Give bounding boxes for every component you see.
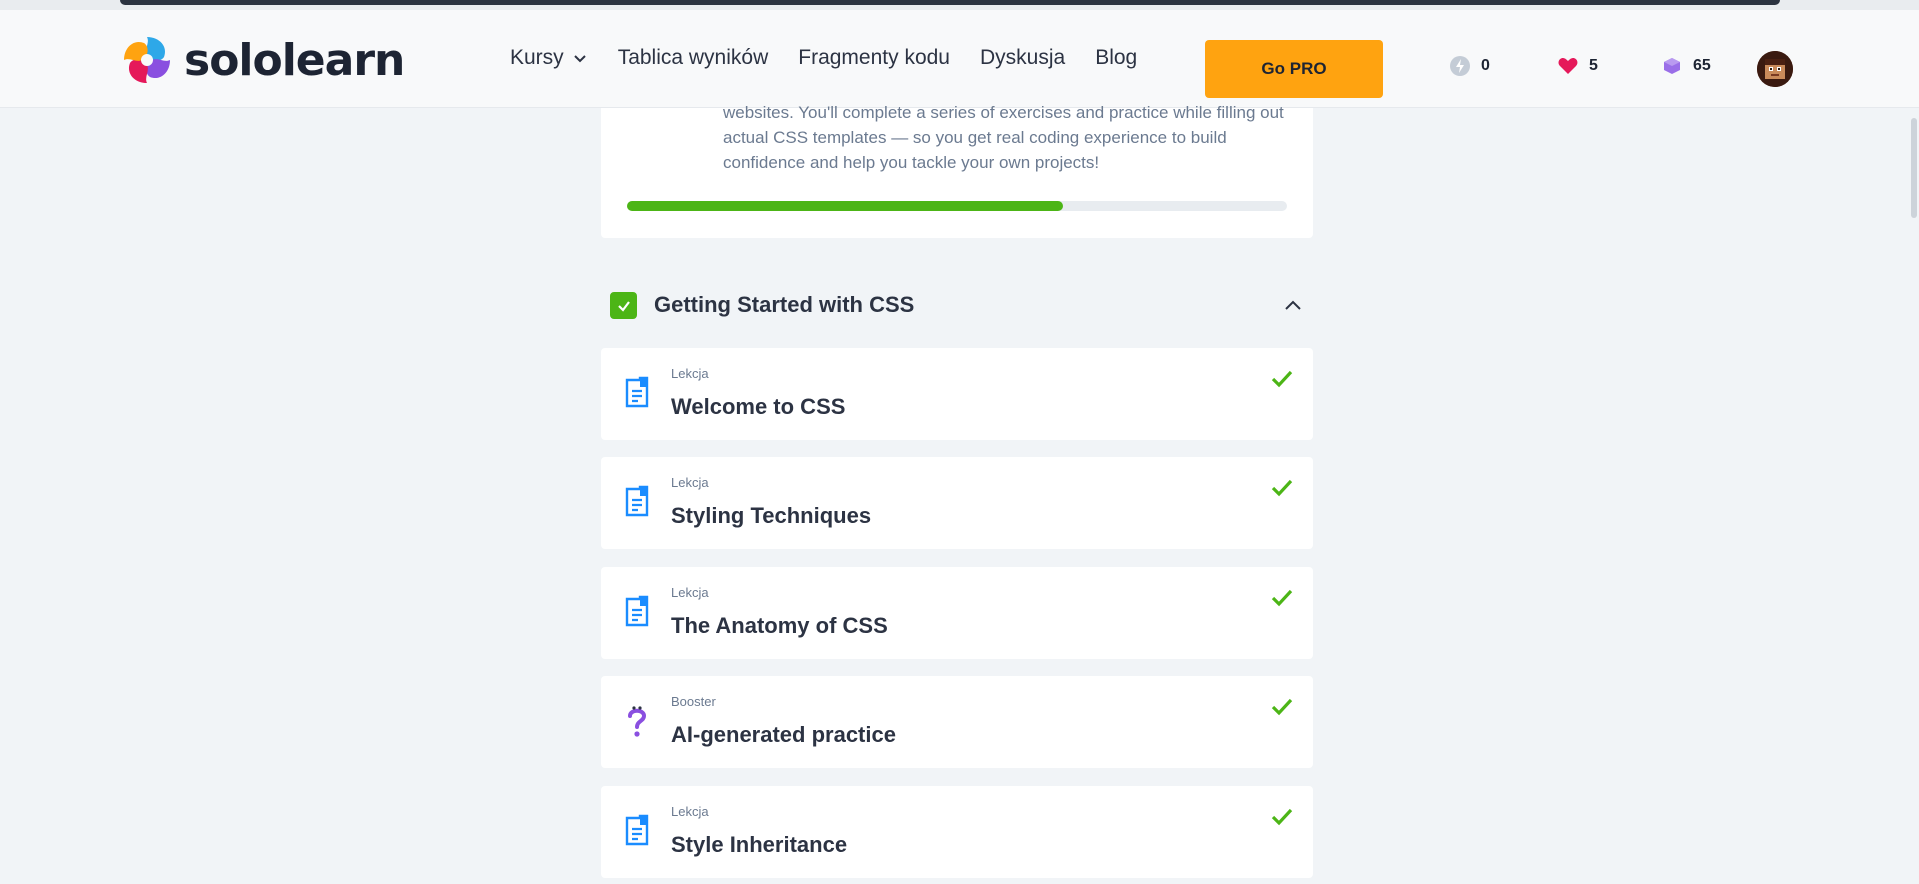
nav-item-label: Blog [1095, 46, 1138, 69]
sololearn-logo-icon [124, 37, 170, 83]
module-title: Getting Started with CSS [654, 292, 915, 317]
heart-icon [1558, 58, 1578, 74]
module-completed-checkbox [610, 292, 637, 319]
nav-item-label: Dyskusja [980, 46, 1066, 69]
lesson-card[interactable]: Lekcja Welcome to CSS [601, 348, 1313, 440]
nav-item-label: Tablica wyników [617, 46, 769, 69]
lesson-title: AI-generated practice [671, 722, 896, 747]
lesson-icon [625, 595, 649, 627]
nav-item-leaderboard[interactable]: Tablica wyników [618, 46, 769, 70]
nav-item-courses[interactable]: Kursy [510, 46, 588, 70]
lesson-icon [625, 485, 649, 517]
page-scrollbar[interactable] [1909, 108, 1919, 884]
go-pro-button[interactable]: Go PRO [1205, 40, 1383, 98]
course-progress-fill [627, 201, 1063, 211]
completed-check-icon [1271, 698, 1293, 716]
completed-check-icon [1271, 479, 1293, 497]
lesson-title: Styling Techniques [671, 503, 872, 528]
gems-counter[interactable]: 65 [1661, 55, 1711, 77]
gem-icon [1664, 58, 1680, 74]
nav-item-code-snippets[interactable]: Fragmenty kodu [798, 46, 950, 70]
chevron-down-icon [573, 55, 586, 63]
lesson-title: The Anatomy of CSS [671, 613, 888, 638]
check-icon [617, 300, 630, 312]
hearts-value: 5 [1589, 57, 1598, 74]
lesson-card[interactable]: Lekcja Style Inheritance [601, 786, 1313, 878]
nav-item-discussion[interactable]: Dyskusja [980, 46, 1065, 70]
nav-item-blog[interactable]: Blog [1095, 46, 1137, 70]
lesson-title: Welcome to CSS [671, 394, 846, 419]
lesson-icon [625, 376, 649, 408]
lesson-card[interactable]: Lekcja The Anatomy of CSS [601, 567, 1313, 659]
logo[interactable]: sololearn [120, 32, 405, 88]
lesson-title: Style Inheritance [671, 832, 848, 857]
lesson-kind: Lekcja [671, 475, 709, 490]
lesson-icon [625, 814, 649, 846]
lightning-icon [1450, 56, 1470, 76]
completed-check-icon [1271, 808, 1293, 826]
course-description: websites. You'll complete a series of ex… [723, 103, 1284, 172]
main-nav: Kursy Tablica wyników Fragmenty kodu Dys… [510, 46, 1137, 70]
avatar[interactable] [1757, 51, 1793, 87]
lesson-kind: Lekcja [671, 804, 709, 819]
streak-value: 0 [1481, 57, 1490, 74]
logo-text: sololearn [184, 34, 405, 86]
course-progress-bar [627, 201, 1287, 211]
lesson-card[interactable]: Lekcja Styling Techniques [601, 457, 1313, 549]
chevron-up-icon[interactable] [1281, 294, 1305, 318]
nav-item-label: Kursy [510, 46, 564, 69]
browser-top-strip [0, 0, 1919, 10]
nav-item-label: Fragmenty kodu [798, 46, 950, 69]
module-header[interactable]: Getting Started with CSS [601, 288, 1313, 322]
lesson-kind: Lekcja [671, 585, 709, 600]
browser-bar [120, 0, 1780, 5]
lesson-kind: Lekcja [671, 366, 709, 381]
completed-check-icon [1271, 589, 1293, 607]
site-header: sololearn Kursy Tablica wyników Fragment… [0, 10, 1919, 108]
completed-check-icon [1271, 370, 1293, 388]
lesson-kind: Booster [671, 694, 716, 709]
hearts-counter[interactable]: 5 [1557, 55, 1598, 77]
lesson-card[interactable]: Booster AI-generated practice [601, 676, 1313, 768]
scrollbar-thumb[interactable] [1911, 118, 1917, 218]
gems-value: 65 [1693, 57, 1711, 74]
streak-counter[interactable]: 0 [1449, 55, 1490, 77]
avatar-image [1757, 51, 1793, 87]
booster-question-icon [628, 706, 647, 737]
